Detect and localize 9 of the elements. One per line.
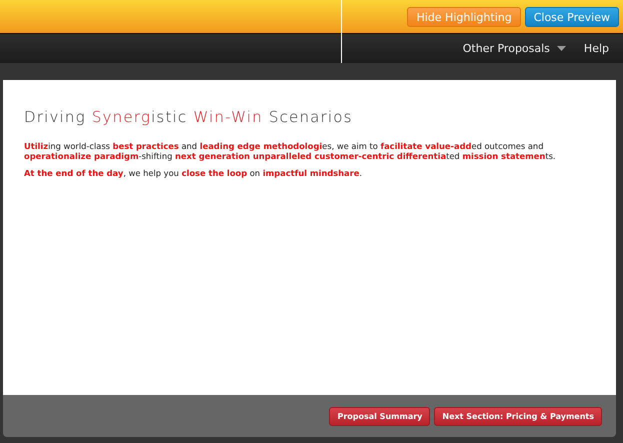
paragraph: Utilizing world-class best practices and leading edge methodologies, we aim to facilitate value-added outcomes and operationalize paradigm-shifting next generation unparalleled customer-centric differentiated mission statements. bbox=[24, 142, 557, 162]
nav-button[interactable]: Proposal Summary bbox=[329, 406, 430, 426]
nav-dropdown[interactable]: Other Proposals bbox=[462, 42, 566, 55]
nav-link[interactable]: Help bbox=[584, 42, 609, 55]
paragraph: At the end of the day, we help you close the loop on impactful mindshare. bbox=[24, 169, 363, 179]
nav-button[interactable]: Next Section: Pricing & Payments bbox=[434, 406, 602, 426]
close-preview-button[interactable]: Close Preview bbox=[524, 6, 619, 26]
document-title: Driving Synergistic Win-Win Scenarios bbox=[24, 108, 354, 126]
caret-icon bbox=[556, 46, 566, 51]
